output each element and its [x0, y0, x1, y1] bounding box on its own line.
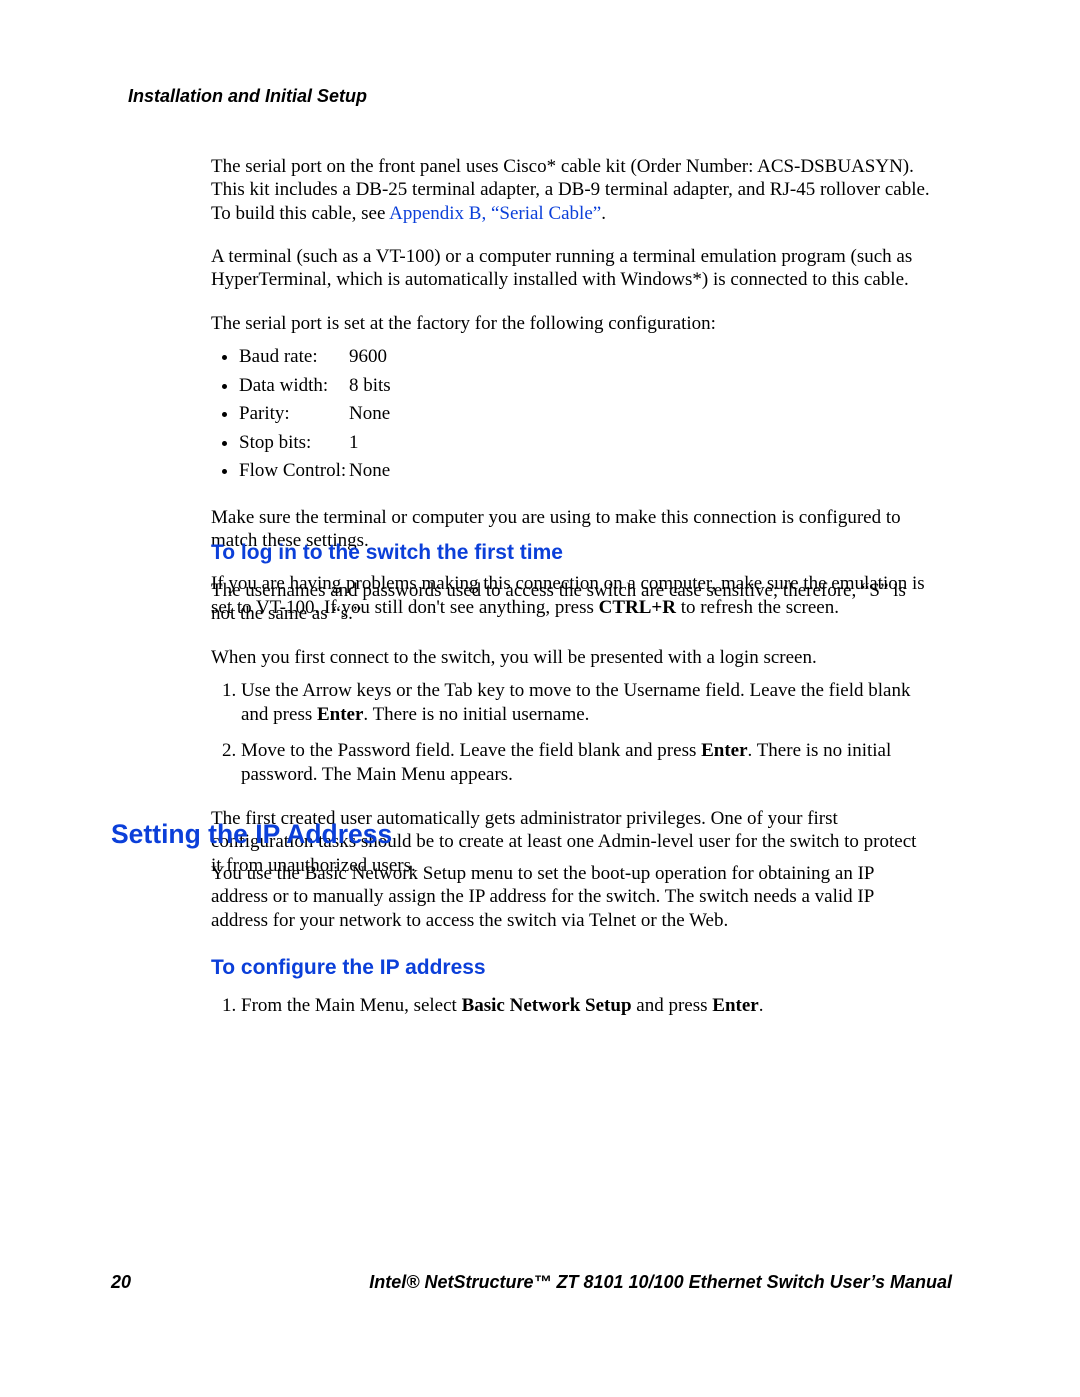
- paragraph: The serial port is set at the factory fo…: [211, 312, 931, 335]
- section-heading-login: To log in to the switch the first time: [211, 541, 931, 565]
- config-value: None: [349, 403, 390, 424]
- text: From the Main Menu, select: [241, 995, 462, 1016]
- config-value: 9600: [349, 346, 387, 367]
- page-footer: 20 Intel® NetStructure™ ZT 8101 10/100 E…: [111, 1272, 952, 1293]
- list-item: Data width:8 bits: [239, 372, 931, 401]
- config-value: None: [349, 460, 390, 481]
- bold-key: Enter: [317, 704, 363, 725]
- paragraph: You use the Basic Network Setup menu to …: [211, 862, 931, 932]
- config-list: Baud rate:9600 Data width:8 bits Parity:…: [211, 343, 931, 486]
- list-item: Baud rate:9600: [239, 343, 931, 372]
- text: .: [601, 203, 606, 224]
- section-heading-ip: Setting the IP Address: [111, 819, 392, 850]
- bold-key: Basic Network Setup: [462, 995, 632, 1016]
- config-key: Flow Control:: [239, 457, 349, 486]
- config-key: Data width:: [239, 372, 349, 401]
- text: Move to the Password field. Leave the fi…: [241, 740, 701, 761]
- section-heading-configure-ip: To configure the IP address: [211, 956, 931, 980]
- list-item: Use the Arrow keys or the Tab key to mov…: [241, 679, 931, 727]
- config-value: 8 bits: [349, 375, 391, 396]
- bold-key: Enter: [701, 740, 747, 761]
- appendix-link[interactable]: Appendix B, “Serial Cable”: [389, 203, 601, 224]
- list-item: Stop bits:1: [239, 429, 931, 458]
- paragraph: When you first connect to the switch, yo…: [211, 646, 931, 669]
- text: and press: [632, 995, 713, 1016]
- list-item: Move to the Password field. Leave the fi…: [241, 739, 931, 787]
- ip-steps: From the Main Menu, select Basic Network…: [211, 994, 931, 1018]
- paragraph: A terminal (such as a VT-100) or a compu…: [211, 245, 931, 292]
- bold-key: Enter: [712, 995, 758, 1016]
- config-key: Stop bits:: [239, 429, 349, 458]
- list-item: Flow Control:None: [239, 457, 931, 486]
- running-header: Installation and Initial Setup: [128, 86, 367, 107]
- paragraph: The serial port on the front panel uses …: [211, 155, 931, 225]
- page-number: 20: [111, 1272, 131, 1293]
- login-steps: Use the Arrow keys or the Tab key to mov…: [211, 679, 931, 787]
- paragraph: The usernames and passwords used to acce…: [211, 579, 931, 626]
- text: .: [759, 995, 764, 1016]
- config-key: Parity:: [239, 400, 349, 429]
- footer-title: Intel® NetStructure™ ZT 8101 10/100 Ethe…: [369, 1272, 952, 1293]
- config-value: 1: [349, 432, 359, 453]
- list-item: From the Main Menu, select Basic Network…: [241, 994, 931, 1018]
- config-key: Baud rate:: [239, 343, 349, 372]
- text: . There is no initial username.: [363, 704, 589, 725]
- list-item: Parity:None: [239, 400, 931, 429]
